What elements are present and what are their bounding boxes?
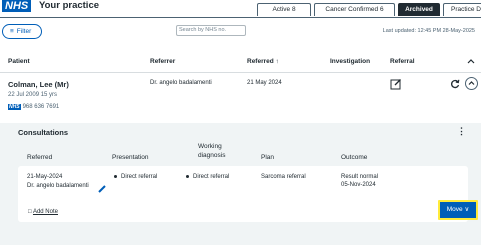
bullet-icon <box>186 174 189 178</box>
nhs-badge: NHS <box>8 104 21 110</box>
col-referral[interactable]: Referral <box>390 58 415 65</box>
col-referred[interactable]: Referred ↑ <box>247 58 279 65</box>
nhs-logo: NHS <box>2 0 32 12</box>
consult-outcome-result: Result normal <box>341 174 379 180</box>
bullet-icon <box>114 174 117 178</box>
tab-practice-data[interactable]: Practice Data <box>443 3 481 16</box>
top-bar: NHS Your practice Active 8 Cancer Confir… <box>0 0 481 17</box>
working-diagnosis-value: Direct referral <box>193 174 230 180</box>
patient-referred-date: 21 May 2024 <box>247 80 282 86</box>
filter-icon: ≡ <box>10 28 14 35</box>
nhs-number-value: 968 636 7691 <box>22 104 60 110</box>
tab-archived[interactable]: Archived <box>398 3 440 16</box>
col-presentation: Presentation <box>112 154 149 161</box>
col-referred: Referred <box>27 154 53 161</box>
edit-icon[interactable] <box>390 78 402 90</box>
col-referrer[interactable]: Referrer <box>150 58 175 65</box>
consult-referred-date: 21-May-2024 <box>27 174 63 180</box>
consult-plan: Sarcoma referral <box>261 174 306 180</box>
search-input[interactable]: Search by NHS no. <box>176 25 246 36</box>
patient-dob: 22 Jul 2009 15 yrs <box>8 92 58 98</box>
col-plan: Plan <box>261 154 275 161</box>
collapse-button[interactable] <box>465 77 478 90</box>
tab-bar: Active 8 Cancer Confirmed 6 Archived Pra… <box>254 3 481 16</box>
table-header: Patient Referrer Referred ↑ Investigatio… <box>0 47 481 73</box>
col-patient[interactable]: Patient <box>8 58 30 65</box>
patient-nhs-number: NHS 968 636 7691 <box>8 104 59 110</box>
consult-referrer: Dr. angelo badalamenti <box>27 183 89 189</box>
app-title: Your practice <box>39 0 100 11</box>
chevron-up-icon[interactable] <box>467 58 475 64</box>
consult-working-diagnosis: Direct referral <box>186 173 229 181</box>
move-button-highlight: Move ∨ <box>438 200 478 220</box>
move-button[interactable]: Move ∨ <box>440 202 476 218</box>
add-note-label: Add Note <box>32 209 58 215</box>
col-working-diagnosis: Working diagnosis <box>198 143 226 159</box>
tab-cancer-confirmed[interactable]: Cancer Confirmed 6 <box>314 3 395 16</box>
consultations-title: Consultations <box>18 128 68 137</box>
filter-button[interactable]: ≡ Filter <box>2 24 42 39</box>
pencil-icon[interactable] <box>98 185 106 193</box>
patient-name[interactable]: Colman, Lee (Mr) <box>8 80 69 89</box>
consultations-panel: Consultations ⋮ Referred Presentation Wo… <box>8 123 478 239</box>
col-outcome: Outcome <box>341 154 368 161</box>
tab-active[interactable]: Active 8 <box>257 3 311 16</box>
consultations-header: Referred Presentation Working diagnosis … <box>8 141 474 163</box>
refresh-icon[interactable] <box>450 79 460 89</box>
filter-label: Filter <box>16 28 32 35</box>
consult-outcome-date: 05-Nov-2024 <box>341 182 376 188</box>
add-note-link[interactable]: □ Add Note <box>28 209 58 215</box>
comment-icon: □ <box>28 209 32 215</box>
toolbar: ≡ Filter Search by NHS no. Last updated: … <box>0 17 481 47</box>
presentation-value: Direct referral <box>121 174 158 180</box>
consultation-row: 21-May-2024 Dr. angelo badalamenti Direc… <box>18 166 478 222</box>
patient-referrer: Dr. angelo badalamenti <box>150 80 212 86</box>
col-investigation[interactable]: Investigation <box>330 58 370 65</box>
table-row[interactable]: Colman, Lee (Mr) 22 Jul 2009 15 yrs NHS 9… <box>0 73 481 123</box>
consult-presentation: Direct referral <box>114 173 157 181</box>
more-options-icon[interactable]: ⋮ <box>457 126 466 137</box>
last-updated: Last updated: 12:45 PM 28-May-2025 <box>382 28 475 34</box>
chevron-up-icon <box>468 81 475 85</box>
